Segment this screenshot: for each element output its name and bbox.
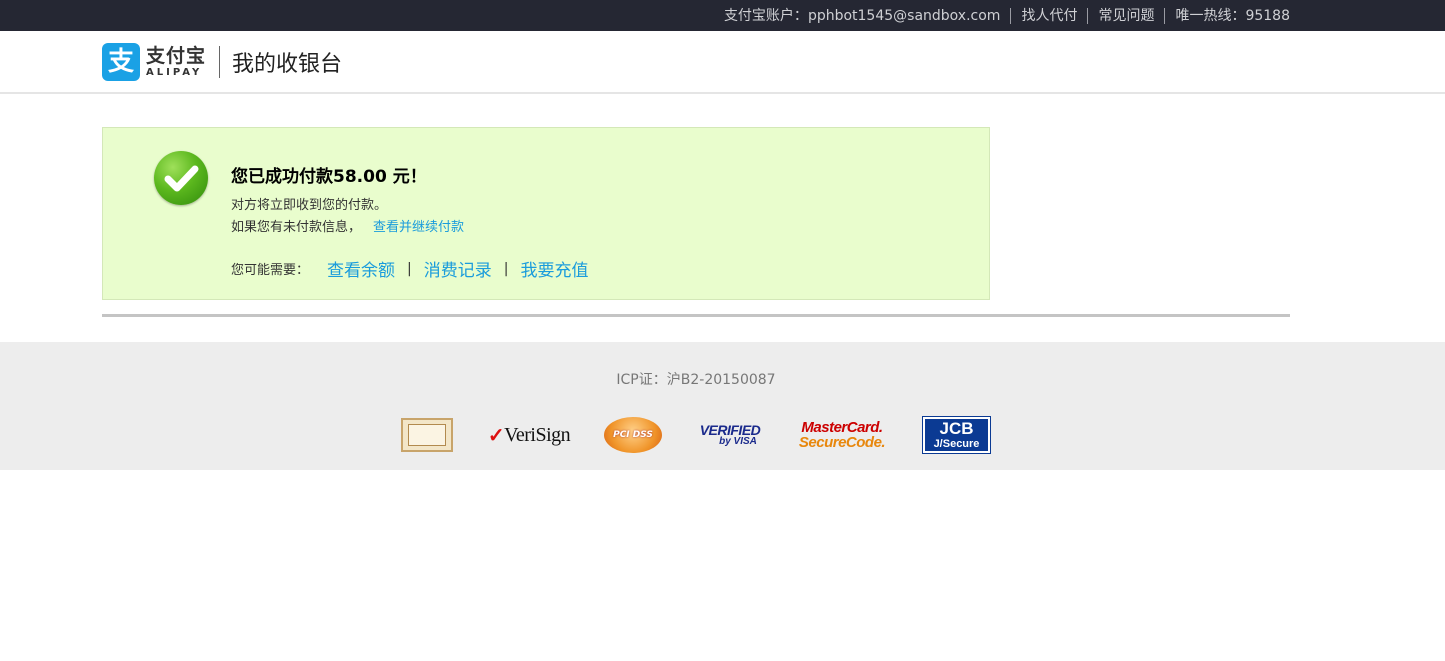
faq-link[interactable]: 常见问题 bbox=[1098, 8, 1154, 24]
icp-license: ICP证：沪B2-20150087 bbox=[616, 372, 776, 388]
pci-text: PCI DSS bbox=[613, 430, 653, 440]
top-bar: 支付宝账户：pphbot1545@sandbox.com 找人代付 常见问题 唯… bbox=[0, 0, 1445, 31]
page-title: 我的收银台 bbox=[232, 52, 343, 77]
visa-line2: by VISA bbox=[719, 436, 757, 447]
account-label: 支付宝账户： bbox=[723, 7, 808, 24]
hotline: 唯一热线：95188 bbox=[1164, 7, 1290, 24]
logo-text: 支付宝 ALIPAY bbox=[146, 45, 206, 79]
alipay-logo[interactable]: 支 支付宝 ALIPAY 我的收银台 bbox=[102, 43, 342, 81]
suggested-actions: 您可能需要： 查看余额 | 消费记录 | 我要充值 bbox=[231, 256, 588, 282]
jcb-line1: JCB bbox=[939, 419, 974, 438]
view-balance-link[interactable]: 查看余额 bbox=[327, 256, 395, 281]
success-title: 您已成功付款58.00 元！ bbox=[231, 167, 427, 187]
pci-dss-badge[interactable]: PCI DSS bbox=[604, 417, 662, 453]
separator: | bbox=[407, 260, 412, 277]
mastercard-line2: SecureCode. bbox=[798, 434, 886, 451]
logo-divider bbox=[219, 46, 221, 78]
hotline-label: 唯一热线： bbox=[1175, 7, 1246, 24]
suggested-label: 您可能需要： bbox=[231, 263, 310, 278]
footer: ICP证：沪B2-20150087 ✓ VeriSign PCI DSS VERI… bbox=[0, 342, 1445, 470]
hotline-number: 95188 bbox=[1245, 7, 1290, 24]
account-email: pphbot1545@sandbox.com bbox=[807, 7, 1001, 24]
security-badges: ✓ VeriSign PCI DSS VERIFIED by VISA Maste… bbox=[401, 416, 991, 456]
account-info: 支付宝账户：pphbot1545@sandbox.com bbox=[714, 8, 1011, 24]
unpaid-info-text: 如果您有未付款信息， bbox=[231, 220, 362, 235]
header: 支 支付宝 ALIPAY 我的收银台 bbox=[0, 31, 1445, 94]
success-check-icon bbox=[154, 151, 208, 205]
logo-en: ALIPAY bbox=[146, 67, 203, 78]
verisign-badge[interactable]: ✓ VeriSign bbox=[488, 416, 571, 454]
payment-success-panel: 您已成功付款58.00 元！ 对方将立即收到您的付款。 如果您有未付款信息， 查看… bbox=[102, 127, 990, 300]
view-continue-pay-link[interactable]: 查看并继续付款 bbox=[373, 220, 464, 235]
separator: | bbox=[503, 260, 509, 277]
unpaid-info: 如果您有未付款信息， 查看并继续付款 bbox=[231, 216, 464, 235]
logo-icon-glyph: 支 bbox=[107, 47, 134, 77]
jcb-jsecure-badge[interactable]: JCB J/Secure bbox=[922, 416, 991, 454]
logo-cn: 支付宝 bbox=[146, 45, 207, 67]
verified-by-visa-badge[interactable]: VERIFIED by VISA bbox=[698, 416, 762, 454]
mastercard-securecode-badge[interactable]: MasterCard. SecureCode. bbox=[796, 416, 888, 454]
certificate-badge-icon[interactable] bbox=[401, 418, 453, 452]
jcb-line2: J/Secure bbox=[933, 438, 980, 450]
divider bbox=[102, 314, 1290, 317]
top-up-link[interactable]: 我要充值 bbox=[520, 256, 588, 281]
visa-line1: VERIFIED bbox=[699, 422, 761, 438]
mastercard-line1: MasterCard. bbox=[801, 419, 883, 436]
success-message: 对方将立即收到您的付款。 bbox=[231, 198, 388, 213]
top-links: 支付宝账户：pphbot1545@sandbox.com 找人代付 常见问题 唯… bbox=[714, 0, 1290, 31]
verisign-text: VeriSign bbox=[504, 423, 571, 446]
alipay-logo-icon: 支 bbox=[102, 43, 140, 81]
find-someone-pay-link[interactable]: 找人代付 bbox=[1021, 8, 1077, 24]
spending-records-link[interactable]: 消费记录 bbox=[424, 256, 492, 281]
